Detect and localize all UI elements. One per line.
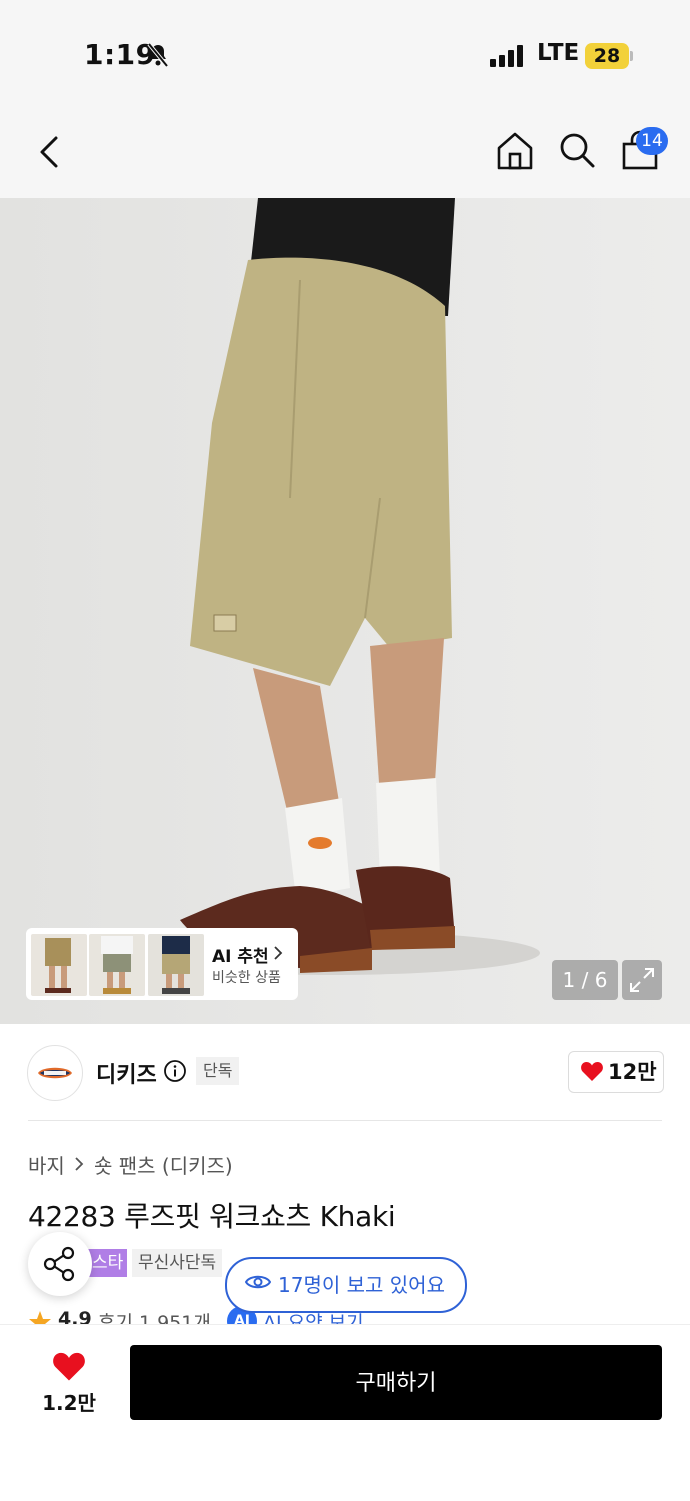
brand-like-count: 12만 [608, 1060, 657, 1084]
ai-recommend-title: AI 추천 [212, 947, 269, 967]
rating-value: 4.9 [58, 1308, 92, 1324]
network-type: LTE [537, 40, 580, 66]
info-icon[interactable] [163, 1059, 187, 1083]
expand-icon [630, 968, 654, 992]
ai-recommend-subtitle: 비슷한 상품 [212, 970, 281, 986]
brand-name[interactable]: 디키즈 [96, 1057, 157, 1089]
cart-count-badge: 14 [636, 127, 668, 155]
status-time: 1:19 [84, 38, 156, 71]
share-icon [43, 1246, 75, 1282]
chevron-right-icon [274, 946, 283, 960]
heart-icon [581, 1062, 603, 1081]
battery-indicator: 28 [585, 43, 629, 69]
expand-image-button[interactable] [622, 960, 662, 1000]
recommend-thumbnail[interactable] [148, 934, 204, 996]
home-icon[interactable] [493, 128, 537, 172]
bell-muted-icon [147, 42, 169, 68]
share-button[interactable] [28, 1232, 92, 1296]
dickies-logo-icon [38, 1067, 72, 1079]
product-photo-illustration [0, 198, 690, 1024]
breadcrumb-category[interactable]: 바지 [28, 1150, 65, 1179]
product-image[interactable] [0, 198, 690, 1024]
breadcrumb-subcategory[interactable]: 숏 팬츠 (디키즈) [94, 1150, 233, 1179]
exclusive-tag: 단독 [196, 1057, 240, 1085]
exclusive-badge: 무신사단독 [132, 1249, 223, 1277]
live-viewers-text: 17명이 보고 있어요 [278, 1273, 445, 1297]
eye-icon [245, 1275, 271, 1289]
back-arrow-icon[interactable] [30, 130, 74, 174]
chevron-right-icon [75, 1157, 84, 1171]
recommend-thumbnail[interactable] [89, 934, 145, 996]
product-like-count: 1.2만 [42, 1391, 96, 1415]
product-title: 42283 루즈핏 워크쇼츠 Khaki [28, 1200, 396, 1233]
review-count-link[interactable]: 후기 1,951개 [98, 1308, 211, 1324]
image-page-indicator: 1 / 6 [552, 960, 618, 1000]
buy-button[interactable]: 구매하기 [130, 1345, 662, 1420]
recommend-thumbnail[interactable] [31, 934, 87, 996]
battery-cap [630, 51, 633, 61]
brand-logo[interactable] [27, 1045, 83, 1101]
star-icon [29, 1311, 51, 1324]
signal-icon [490, 45, 523, 67]
star-badge: 스타 [86, 1249, 128, 1277]
heart-icon[interactable] [51, 1350, 87, 1382]
search-icon[interactable] [555, 128, 599, 172]
divider [28, 1120, 662, 1121]
